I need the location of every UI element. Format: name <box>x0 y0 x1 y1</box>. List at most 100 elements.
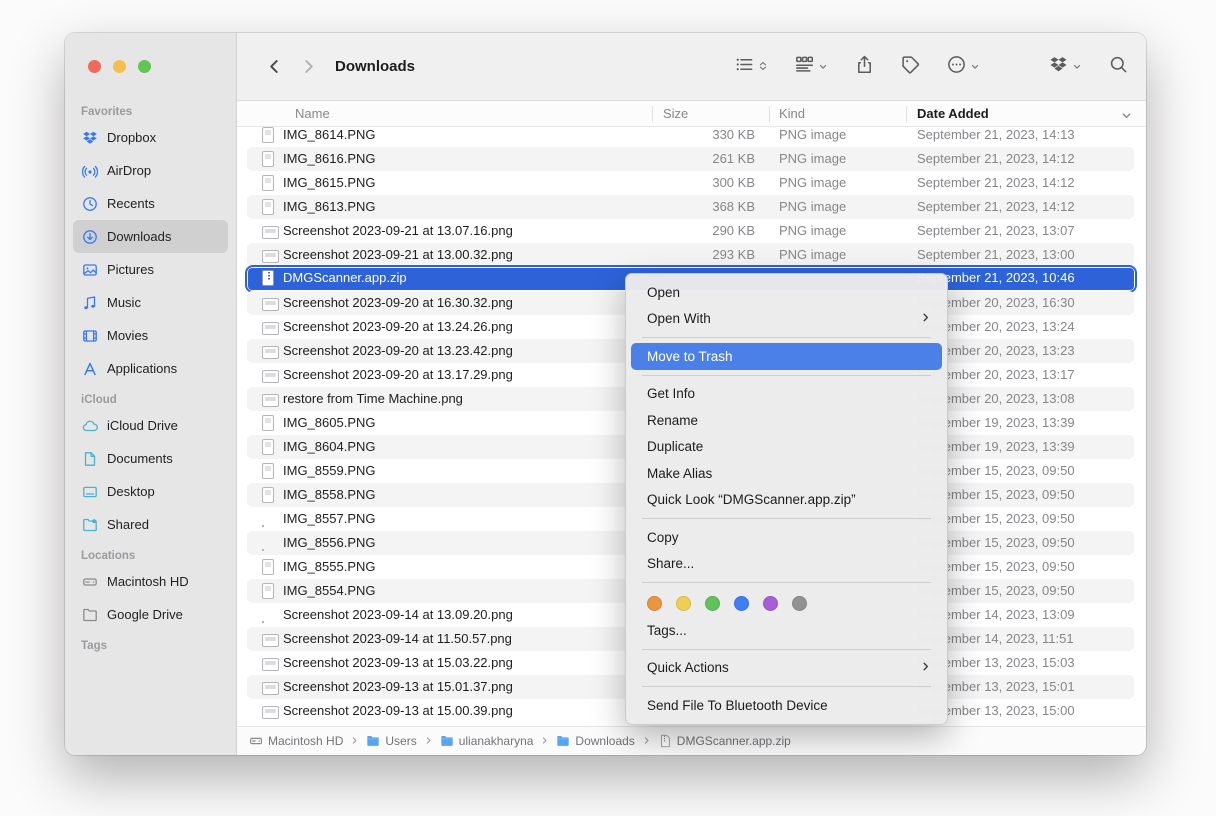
file-row-screenshot-2023-09-21-at-13-00-32-png[interactable]: Screenshot 2023-09-21 at 13.00.32.png293… <box>247 243 1134 267</box>
file-name: IMG_8558.PNG <box>283 483 376 507</box>
menu-item-quick-actions[interactable]: Quick Actions <box>631 655 942 682</box>
menu-separator <box>642 518 931 519</box>
sidebar-item-macintosh-hd[interactable]: Macintosh HD <box>73 565 228 598</box>
file-date-added: September 21, 2023, 13:07 <box>917 219 1075 243</box>
sidebar-item-google-drive[interactable]: Google Drive <box>73 598 228 631</box>
menu-item-label: Get Info <box>647 386 695 401</box>
window-title: Downloads <box>335 58 415 75</box>
column-header-name[interactable]: Name <box>295 106 330 121</box>
sidebar-item-shared[interactable]: Shared <box>73 508 228 541</box>
sidebar-item-dropbox[interactable]: Dropbox <box>73 121 228 154</box>
sidebar-item-label: Google Drive <box>107 607 183 622</box>
file-name: Screenshot 2023-09-20 at 13.17.29.png <box>283 363 513 387</box>
breadcrumb-ulianakharyna[interactable]: ulianakharyna <box>440 734 534 748</box>
sidebar-item-label: Shared <box>107 517 149 532</box>
share-icon[interactable] <box>855 55 874 79</box>
sidebar-item-downloads[interactable]: Downloads <box>73 220 228 253</box>
desktop-icon <box>81 483 99 501</box>
menu-item-quick-look-dmgscanner-app-zip[interactable]: Quick Look “DMGScanner.app.zip” <box>631 487 942 514</box>
file-name: Screenshot 2023-09-13 at 15.01.37.png <box>283 675 513 699</box>
sidebar-item-applications[interactable]: Applications <box>73 352 228 385</box>
breadcrumb-dmgscanner-app-zip[interactable]: DMGScanner.app.zip <box>658 734 791 748</box>
file-name: Screenshot 2023-09-14 at 11.50.57.png <box>283 627 512 651</box>
tag-icon[interactable] <box>901 55 920 79</box>
breadcrumb-downloads[interactable]: Downloads <box>556 734 634 748</box>
group-by-icon[interactable] <box>795 55 828 79</box>
sidebar-item-label: Documents <box>107 451 173 466</box>
column-divider[interactable] <box>652 106 653 122</box>
menu-item-duplicate[interactable]: Duplicate <box>631 434 942 461</box>
menu-item-make-alias[interactable]: Make Alias <box>631 460 942 487</box>
file-icon <box>262 535 264 551</box>
sidebar-sections: FavoritesDropboxAirDropRecentsDownloadsP… <box>73 103 228 655</box>
menu-item-open-with[interactable]: Open With <box>631 306 942 333</box>
file-name: Screenshot 2023-09-20 at 13.24.26.png <box>283 315 513 339</box>
file-kind: PNG image <box>779 195 846 219</box>
menu-item-label: Send File To Bluetooth Device <box>647 698 828 713</box>
menu-tag-colors <box>626 588 947 617</box>
chevron-down-icon[interactable] <box>1121 109 1132 124</box>
sidebar-item-documents[interactable]: Documents <box>73 442 228 475</box>
sidebar-item-recents[interactable]: Recents <box>73 187 228 220</box>
breadcrumb-macintosh-hd[interactable]: Macintosh HD <box>249 734 343 748</box>
menu-item-move-to-trash[interactable]: Move to Trash <box>631 343 942 370</box>
menu-item-label: Make Alias <box>647 466 712 481</box>
chevron-down-icon <box>818 58 828 76</box>
sidebar-section-label-tags: Tags <box>73 637 228 655</box>
zoom-window-button[interactable] <box>138 60 151 73</box>
file-name: Screenshot 2023-09-13 at 15.03.22.png <box>283 651 513 675</box>
tag-color-dot[interactable] <box>676 596 691 611</box>
music-note-icon <box>81 294 99 312</box>
sidebar-item-label: Movies <box>107 328 148 343</box>
menu-item-open[interactable]: Open <box>631 279 942 306</box>
column-header-kind[interactable]: Kind <box>779 106 805 121</box>
file-name: Screenshot 2023-09-21 at 13.07.16.png <box>283 219 513 243</box>
tag-color-dot[interactable] <box>647 596 662 611</box>
sidebar-item-icloud-drive[interactable]: iCloud Drive <box>73 409 228 442</box>
tag-color-dot[interactable] <box>734 596 749 611</box>
menu-separator <box>642 649 931 650</box>
menu-item-rename[interactable]: Rename <box>631 407 942 434</box>
menu-item-tags[interactable]: Tags... <box>631 617 942 644</box>
column-header-size[interactable]: Size <box>663 106 688 121</box>
file-icon <box>262 199 274 215</box>
download-circle-icon <box>81 228 99 246</box>
menu-item-send-file-to-bluetooth-device[interactable]: Send File To Bluetooth Device <box>631 692 942 719</box>
column-header-date-added[interactable]: Date Added <box>917 106 989 121</box>
more-options-icon <box>947 55 966 79</box>
menu-item-get-info[interactable]: Get Info <box>631 381 942 408</box>
file-row-img-8615-png[interactable]: IMG_8615.PNG300 KBPNG imageSeptember 21,… <box>247 171 1134 195</box>
file-name: Screenshot 2023-09-13 at 15.00.39.png <box>283 699 513 723</box>
file-row-screenshot-2023-09-21-at-13-07-16-png[interactable]: Screenshot 2023-09-21 at 13.07.16.png290… <box>247 219 1134 243</box>
sidebar-item-movies[interactable]: Movies <box>73 319 228 352</box>
more-options-icon[interactable] <box>947 55 980 79</box>
close-window-button[interactable] <box>88 60 101 73</box>
file-date-added: September 21, 2023, 14:12 <box>917 147 1075 171</box>
file-row-img-8616-png[interactable]: IMG_8616.PNG261 KBPNG imageSeptember 21,… <box>247 147 1134 171</box>
tag-color-dot[interactable] <box>792 596 807 611</box>
sidebar-item-pictures[interactable]: Pictures <box>73 253 228 286</box>
back-button[interactable] <box>261 54 287 80</box>
tag-color-dot[interactable] <box>705 596 720 611</box>
breadcrumb-users[interactable]: Users <box>366 734 416 748</box>
forward-button[interactable] <box>295 54 321 80</box>
file-name: Screenshot 2023-09-20 at 13.23.42.png <box>283 339 513 363</box>
menu-item-label: Quick Actions <box>647 660 729 675</box>
dropbox-toolbar-icon[interactable] <box>1049 55 1082 79</box>
tag-icon <box>901 55 920 79</box>
file-row-img-8613-png[interactable]: IMG_8613.PNG368 KBPNG imageSeptember 21,… <box>247 195 1134 219</box>
menu-item-copy[interactable]: Copy <box>631 524 942 551</box>
file-icon <box>262 655 279 671</box>
file-icon <box>262 175 274 191</box>
menu-item-share[interactable]: Share... <box>631 551 942 578</box>
file-icon <box>262 583 274 599</box>
sidebar-item-desktop[interactable]: Desktop <box>73 475 228 508</box>
search-icon[interactable] <box>1109 55 1128 79</box>
sidebar-item-music[interactable]: Music <box>73 286 228 319</box>
minimize-window-button[interactable] <box>113 60 126 73</box>
tag-color-dot[interactable] <box>763 596 778 611</box>
column-divider[interactable] <box>769 106 770 122</box>
column-divider[interactable] <box>906 106 907 122</box>
list-view-icon[interactable] <box>735 55 768 79</box>
sidebar-item-airdrop[interactable]: AirDrop <box>73 154 228 187</box>
